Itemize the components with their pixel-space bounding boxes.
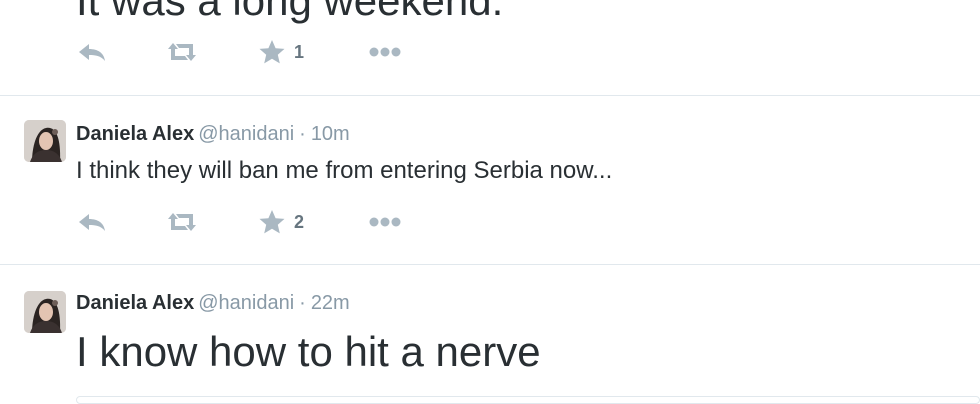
favorite-button[interactable]: 2 (258, 208, 304, 236)
retweet-button[interactable] (163, 208, 201, 236)
reply-button[interactable] (76, 208, 108, 236)
author-username[interactable]: @hanidani (198, 123, 294, 145)
avatar[interactable] (24, 291, 66, 333)
more-button[interactable] (368, 208, 402, 236)
tweet-timestamp[interactable]: 10m (311, 123, 350, 145)
reply-icon (79, 214, 105, 231)
retweet-icon (168, 213, 196, 231)
tweet-actions: 2 (76, 208, 416, 236)
tweet[interactable]: It was a long weekend. 1 (0, 0, 980, 95)
tweet[interactable]: Daniela Alex @hanidani · 22m I know how to … (0, 265, 980, 400)
tweet[interactable]: Daniela Alex @hanidani · 10m I think they w… (0, 96, 980, 264)
tweet-timestamp[interactable]: 22m (311, 292, 350, 314)
author-fullname[interactable]: Daniela Alex (76, 123, 194, 145)
tweet-text: It was a long weekend. (76, 0, 504, 24)
more-dots-icon (369, 217, 401, 227)
reply-icon (79, 44, 105, 61)
star-icon (259, 210, 285, 234)
author-username[interactable]: @hanidani (198, 292, 294, 314)
reply-button[interactable] (76, 38, 108, 66)
tweet-header: Daniela Alex @hanidani · 10m (76, 122, 350, 146)
favorite-button[interactable]: 1 (258, 38, 304, 66)
timeline: It was a long weekend. 1 Daniela Alex @h… (0, 0, 980, 404)
retweet-button[interactable] (163, 38, 201, 66)
tweet-header: Daniela Alex @hanidani · 22m (76, 291, 350, 315)
more-button[interactable] (368, 38, 402, 66)
more-dots-icon (369, 47, 401, 57)
tweet-text: I know how to hit a nerve (76, 328, 541, 375)
star-icon (259, 40, 285, 64)
author-fullname[interactable]: Daniela Alex (76, 292, 194, 314)
favorite-count: 1 (294, 42, 305, 62)
media-card-edge (76, 396, 980, 404)
tweet-actions: 1 (76, 38, 416, 66)
separator: · (299, 123, 306, 145)
tweet-text: I think they will ban me from entering S… (76, 157, 613, 184)
retweet-icon (168, 43, 196, 61)
avatar[interactable] (24, 120, 66, 162)
favorite-count: 2 (294, 212, 305, 232)
separator: · (299, 292, 306, 314)
